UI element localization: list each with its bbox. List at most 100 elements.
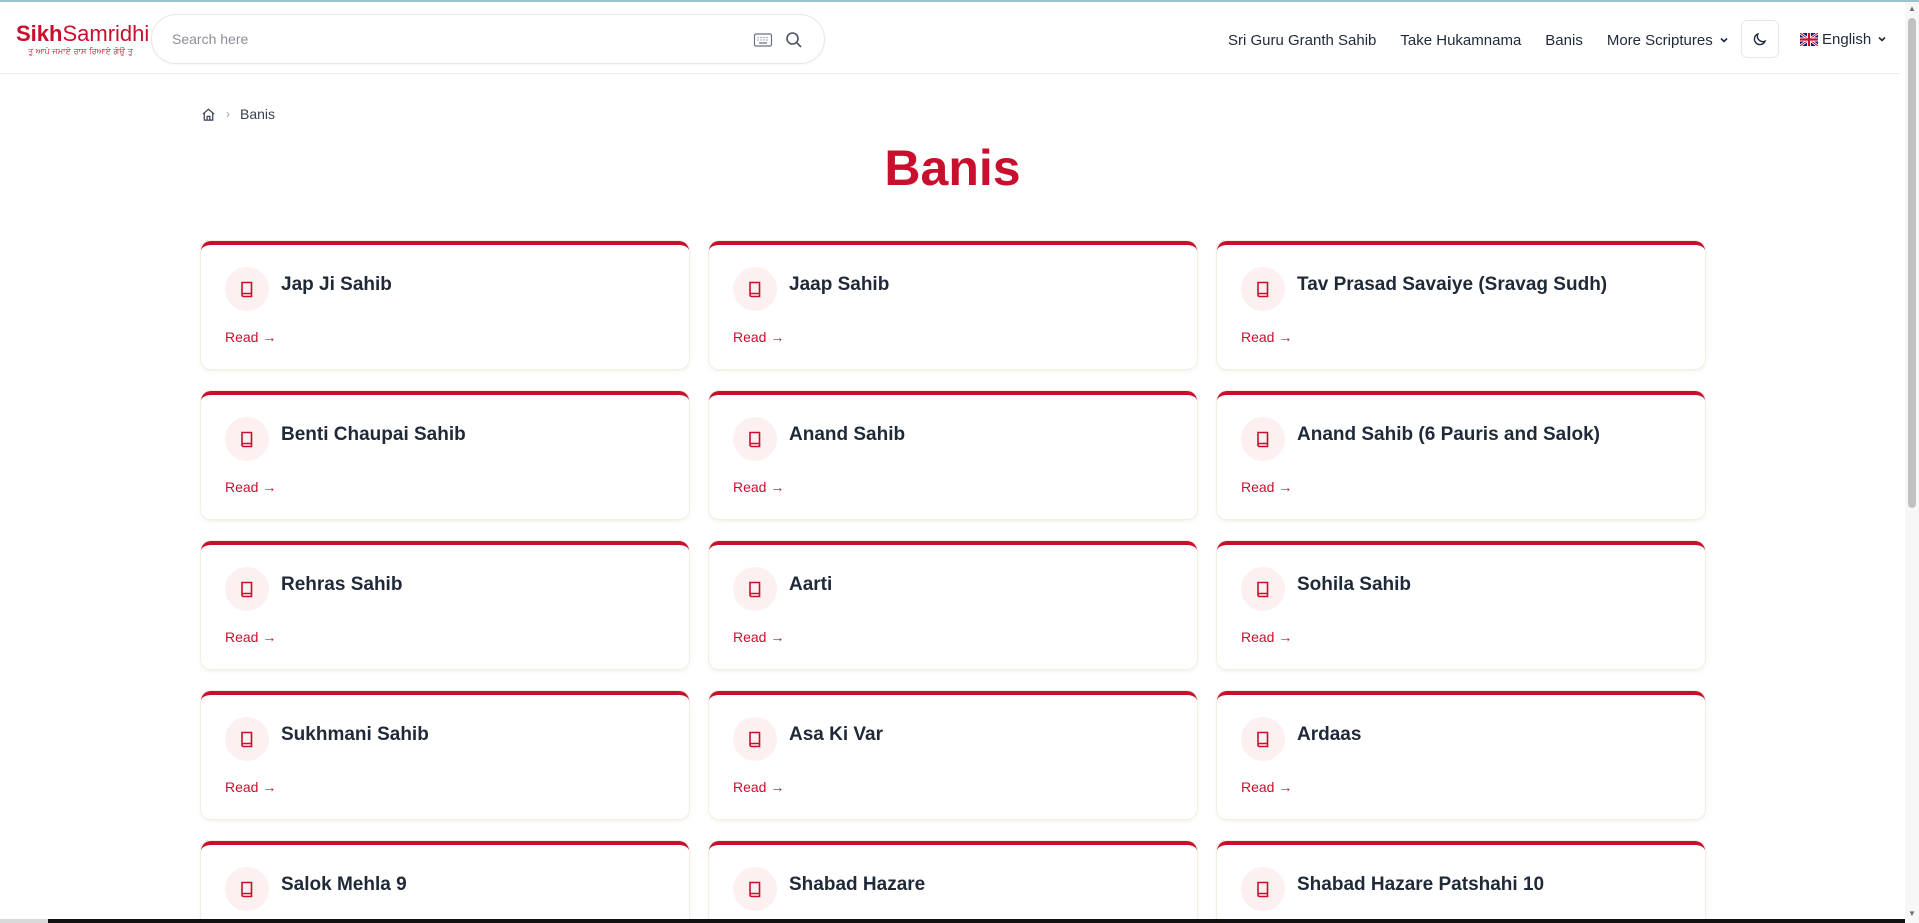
search-icon[interactable] (784, 30, 804, 50)
book-icon (1257, 731, 1269, 748)
book-icon-badge (1241, 567, 1285, 611)
page-title: Banis (884, 140, 1021, 196)
book-icon-badge (225, 567, 269, 611)
read-link[interactable]: Read → (733, 479, 784, 495)
book-icon-badge (225, 867, 269, 911)
book-icon (749, 881, 761, 898)
book-icon (241, 731, 253, 748)
scrollbar[interactable]: ▲ ▼ (1905, 2, 1919, 923)
read-link[interactable]: Read → (733, 779, 784, 795)
bani-card[interactable]: Sohila Sahib Read → (1217, 541, 1705, 669)
book-icon-badge (733, 567, 777, 611)
read-link[interactable]: Read → (1241, 779, 1292, 795)
chevron-down-icon (1878, 36, 1886, 42)
read-link[interactable]: Read → (1241, 629, 1292, 645)
book-icon-badge (225, 267, 269, 311)
bani-card[interactable]: Anand Sahib (6 Pauris and Salok) Read → (1217, 391, 1705, 519)
book-icon (241, 431, 253, 448)
chevron-down-icon (1720, 37, 1728, 43)
bani-card[interactable]: Aarti Read → (709, 541, 1197, 669)
book-icon-badge (733, 267, 777, 311)
book-icon-badge (733, 717, 777, 761)
read-link[interactable]: Read → (225, 779, 276, 795)
scrollbar-thumb[interactable] (1908, 18, 1916, 508)
bottom-edge-light (0, 919, 48, 923)
search-input[interactable] (172, 27, 692, 51)
bani-card[interactable]: Anand Sahib Read → (709, 391, 1197, 519)
book-icon-badge (225, 417, 269, 461)
bani-title[interactable]: Sohila Sahib (1297, 574, 1411, 596)
bani-card[interactable]: Tav Prasad Savaiye (Sravag Sudh) Read → (1217, 241, 1705, 369)
bani-card[interactable]: Sukhmani Sahib Read → (201, 691, 689, 819)
moon-icon (1753, 32, 1767, 46)
bani-card[interactable]: Asa Ki Var Read → (709, 691, 1197, 819)
read-link[interactable]: Read → (225, 629, 276, 645)
bani-title[interactable]: Anand Sahib (6 Pauris and Salok) (1297, 424, 1600, 446)
language-label: English (1822, 30, 1872, 48)
home-icon[interactable] (201, 107, 216, 122)
read-link[interactable]: Read → (733, 629, 784, 645)
breadcrumb: › Banis (201, 106, 275, 122)
read-link[interactable]: Read → (733, 329, 784, 345)
nav-sri-guru-granth-sahib[interactable]: Sri Guru Granth Sahib (1228, 32, 1376, 49)
nav-more-scriptures-label: More Scriptures (1606, 31, 1713, 49)
book-icon (241, 881, 253, 898)
logo-samridhi: Samridhi (62, 21, 150, 46)
bani-title[interactable]: Shabad Hazare (789, 874, 925, 896)
book-icon (749, 281, 761, 298)
nav-banis[interactable]: Banis (1545, 32, 1583, 49)
nav-more-scriptures[interactable]: More Scriptures (1607, 32, 1729, 49)
book-icon-badge (1241, 417, 1285, 461)
main-nav: Sri Guru Granth Sahib Take Hukamnama Ban… (1228, 28, 1753, 52)
bani-title[interactable]: Salok Mehla 9 (281, 874, 407, 896)
bani-title[interactable]: Jap Ji Sahib (281, 274, 392, 296)
read-link[interactable]: Read → (225, 479, 276, 495)
bani-card[interactable]: Benti Chaupai Sahib Read → (201, 391, 689, 519)
logo-tagline: ਤੁ ਆਪੇ ਜਮਾਏ ਰਾਸ ਰਿਆਏ ਗੋਉ ਤੁ (28, 47, 134, 56)
language-selector[interactable]: English (1800, 28, 1887, 50)
bani-title[interactable]: Benti Chaupai Sahib (281, 424, 466, 446)
nav-take-hukamnama[interactable]: Take Hukamnama (1400, 32, 1521, 49)
bottom-edge-bar (0, 919, 1905, 923)
book-icon (1257, 431, 1269, 448)
keyboard-icon[interactable] (753, 31, 773, 49)
scroll-up-arrow[interactable]: ▲ (1908, 5, 1916, 13)
book-icon (1257, 881, 1269, 898)
book-icon (1257, 581, 1269, 598)
bani-title[interactable]: Tav Prasad Savaiye (Sravag Sudh) (1297, 274, 1607, 296)
book-icon (241, 581, 253, 598)
bani-card[interactable]: Jaap Sahib Read → (709, 241, 1197, 369)
bani-card[interactable]: Shabad HazareRead → (709, 841, 1197, 923)
site-logo[interactable]: SikhSamridhi ਤੁ ਆਪੇ ਜਮਾਏ ਰਾਸ ਰਿਆਏ ਗੋਉ ਤੁ (16, 21, 149, 57)
bani-card[interactable]: Rehras Sahib Read → (201, 541, 689, 669)
bani-title[interactable]: Rehras Sahib (281, 574, 402, 596)
logo-wordmark: SikhSamridhi (16, 21, 149, 46)
bani-card[interactable]: Jap Ji Sahib Read → (201, 241, 689, 369)
read-link[interactable]: Read → (1241, 329, 1292, 345)
book-icon (241, 281, 253, 298)
site-header: SikhSamridhi ਤੁ ਆਪੇ ਜਮਾਏ ਰਾਸ ਰਿਆਏ ਗੋਉ ਤੁ… (0, 2, 1900, 74)
breadcrumb-current: Banis (240, 106, 276, 122)
scroll-down-arrow[interactable]: ▼ (1908, 910, 1916, 918)
bani-card[interactable]: Shabad Hazare Patshahi 10Read → (1217, 841, 1705, 923)
breadcrumb-separator: › (226, 107, 230, 121)
read-link[interactable]: Read → (225, 329, 276, 345)
bani-title[interactable]: Asa Ki Var (789, 724, 883, 746)
bani-title[interactable]: Shabad Hazare Patshahi 10 (1297, 874, 1544, 896)
read-link[interactable]: Read → (1241, 479, 1292, 495)
book-icon-badge (225, 717, 269, 761)
theme-toggle-button[interactable] (1741, 20, 1779, 58)
bani-title[interactable]: Jaap Sahib (789, 274, 889, 296)
book-icon-badge (1241, 717, 1285, 761)
bani-title[interactable]: Sukhmani Sahib (281, 724, 429, 746)
logo-sikh: Sikh (16, 21, 63, 46)
bani-title[interactable]: Aarti (789, 574, 832, 596)
book-icon (749, 731, 761, 748)
book-icon-badge (1241, 867, 1285, 911)
bani-title[interactable]: Ardaas (1297, 724, 1361, 746)
bani-title[interactable]: Anand Sahib (789, 424, 905, 446)
search-bar (151, 14, 825, 64)
book-icon-badge (733, 417, 777, 461)
bani-card[interactable]: Salok Mehla 9Read → (201, 841, 689, 923)
bani-card[interactable]: Ardaas Read → (1217, 691, 1705, 819)
